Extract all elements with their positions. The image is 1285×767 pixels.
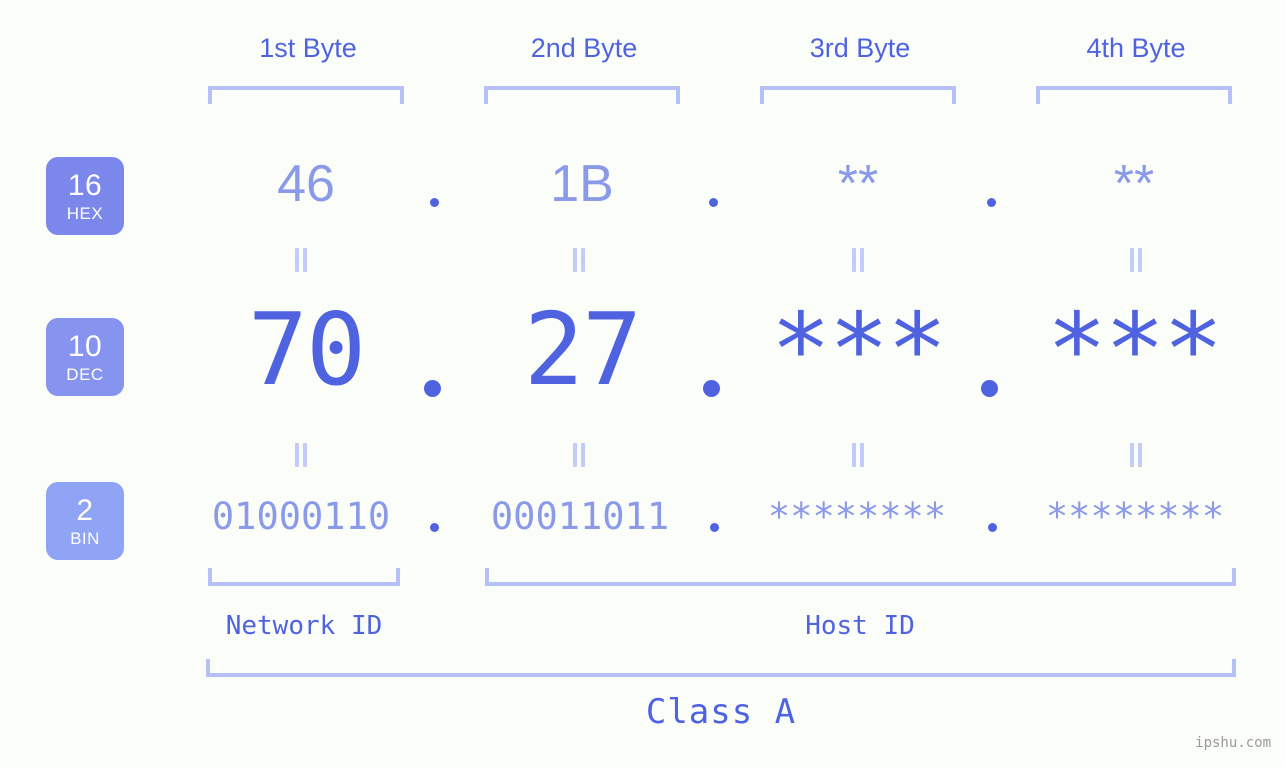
hex-separator-dot-1 bbox=[430, 198, 439, 207]
dec-octet-2: 27 bbox=[523, 291, 642, 408]
equals-marker-dec-bin-2 bbox=[571, 443, 587, 467]
hex-octet-2: 1B bbox=[550, 155, 614, 213]
radix-badge-dec: 10 DEC bbox=[46, 318, 124, 396]
ip-address-breakdown-diagram: 1st Byte 2nd Byte 3rd Byte 4th Byte 16 H… bbox=[0, 0, 1285, 767]
equals-marker-dec-bin-4 bbox=[1128, 443, 1144, 467]
equals-marker-hex-dec-2 bbox=[571, 248, 587, 272]
byte-bracket-3 bbox=[760, 86, 956, 104]
byte-header-2: 2nd Byte bbox=[530, 33, 638, 63]
hex-separator-dot-2 bbox=[709, 198, 718, 207]
bin-separator-dot-2 bbox=[710, 523, 719, 532]
bin-separator-dot-1 bbox=[430, 523, 439, 532]
network-id-bracket bbox=[208, 568, 400, 586]
byte-header-3: 3rd Byte bbox=[809, 33, 911, 63]
hex-octet-4: ** bbox=[1113, 155, 1155, 213]
dec-separator-dot-3 bbox=[981, 380, 998, 397]
dec-octet-3: *** bbox=[770, 291, 948, 408]
site-watermark: ipshu.com bbox=[1195, 735, 1271, 751]
radix-badge-hex-number: 16 bbox=[67, 168, 103, 202]
byte-header-4: 4th Byte bbox=[1086, 33, 1186, 63]
dec-octet-1: 70 bbox=[247, 291, 366, 408]
radix-badge-dec-name: DEC bbox=[66, 364, 104, 384]
bin-separator-dot-3 bbox=[988, 523, 997, 532]
hex-separator-dot-3 bbox=[987, 198, 996, 207]
bin-octet-3: ******** bbox=[767, 495, 947, 538]
dec-separator-dot-1 bbox=[424, 380, 441, 397]
byte-header-1: 1st Byte bbox=[259, 33, 357, 63]
byte-bracket-1 bbox=[208, 86, 404, 104]
radix-badge-bin-name: BIN bbox=[70, 528, 100, 548]
equals-marker-dec-bin-3 bbox=[850, 443, 866, 467]
radix-badge-hex-name: HEX bbox=[66, 203, 104, 223]
byte-bracket-4 bbox=[1036, 86, 1232, 104]
hex-octet-1: 46 bbox=[277, 155, 335, 213]
host-id-bracket bbox=[485, 568, 1236, 586]
equals-marker-hex-dec-1 bbox=[293, 248, 309, 272]
dec-octet-4: *** bbox=[1046, 291, 1224, 408]
radix-badge-dec-number: 10 bbox=[67, 329, 103, 363]
equals-marker-dec-bin-1 bbox=[293, 443, 309, 467]
bin-octet-2: 00011011 bbox=[490, 495, 670, 538]
bin-octet-1: 01000110 bbox=[211, 495, 391, 538]
equals-marker-hex-dec-4 bbox=[1128, 248, 1144, 272]
radix-badge-hex: 16 HEX bbox=[46, 157, 124, 235]
class-bracket bbox=[206, 659, 1236, 677]
host-id-label: Host ID bbox=[805, 611, 915, 641]
class-label: Class A bbox=[645, 692, 797, 732]
equals-marker-hex-dec-3 bbox=[850, 248, 866, 272]
hex-octet-3: ** bbox=[837, 155, 879, 213]
radix-badge-bin: 2 BIN bbox=[46, 482, 124, 560]
network-id-label: Network ID bbox=[225, 611, 383, 641]
byte-bracket-2 bbox=[484, 86, 680, 104]
bin-octet-4: ******** bbox=[1045, 495, 1225, 538]
dec-separator-dot-2 bbox=[703, 380, 720, 397]
radix-badge-bin-number: 2 bbox=[76, 493, 94, 527]
